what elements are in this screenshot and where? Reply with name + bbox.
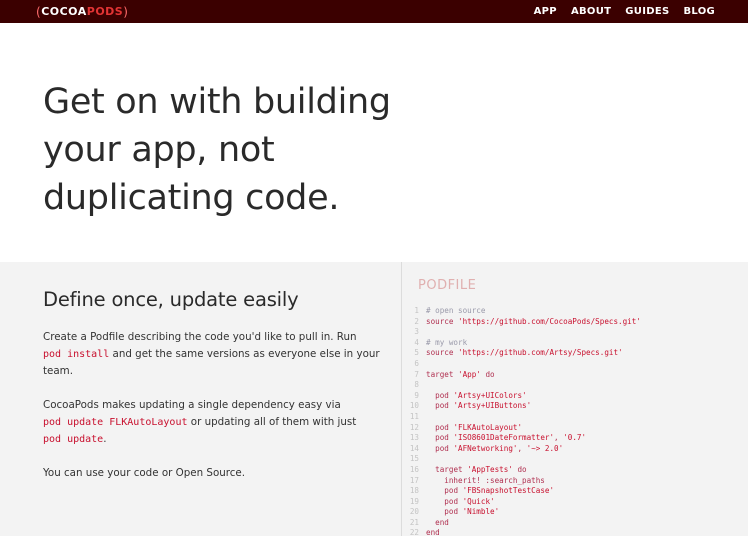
- line-number: 3: [414, 327, 419, 337]
- code-pod-install: pod install: [43, 349, 110, 360]
- code-text: end: [435, 517, 449, 527]
- code-text: pod 'AFNetworking', '~> 2.0': [435, 443, 564, 453]
- feature-text: Define once, update easily Create a Podf…: [43, 262, 383, 482]
- line-number: 18: [409, 486, 419, 496]
- feature-paragraph-2: CocoaPods makes updating a single depend…: [43, 397, 383, 448]
- line-number: 11: [409, 411, 419, 421]
- line-number: 15: [409, 454, 419, 464]
- code-text: source 'https://github.com/Artsy/Specs.g…: [426, 348, 623, 358]
- hero-line-1: Get on with building: [43, 82, 391, 122]
- p2-text-a: CocoaPods makes updating a single depend…: [43, 399, 341, 411]
- nav-link-guides[interactable]: GUIDES: [625, 6, 669, 17]
- code-line: 6: [402, 359, 748, 370]
- code-text: # open source: [426, 306, 486, 315]
- top-nav-bar: ( COCOA PODS ) APP ABOUT GUIDES BLOG: [0, 0, 748, 23]
- logo-pods: PODS: [86, 5, 124, 18]
- line-number: 14: [409, 443, 419, 453]
- podfile-code-block: 1 # open source 2 source 'https://github.co…: [402, 306, 748, 539]
- nav-link-blog[interactable]: BLOG: [683, 6, 715, 17]
- code-text: pod 'FLKAutoLayout': [435, 422, 523, 432]
- code-line: 5 source 'https://github.com/Artsy/Specs.…: [402, 348, 748, 359]
- code-line: 20 pod 'Nimble': [402, 507, 748, 518]
- line-number: 6: [414, 358, 419, 368]
- code-line: 15: [402, 454, 748, 465]
- feature-title: Define once, update easily: [43, 288, 299, 311]
- logo-right-bracket: ): [123, 4, 129, 19]
- logo-cocoa: COCOA: [41, 5, 87, 18]
- code-line: 9 pod 'Artsy+UIColors': [402, 391, 748, 402]
- hero-line-3: duplicating code.: [43, 178, 340, 218]
- line-number: 17: [409, 475, 419, 485]
- podfile-panel: PODFILE 1 # open source 2 source 'https://g…: [402, 262, 748, 539]
- line-number: 21: [409, 517, 419, 527]
- code-line: 22 end: [402, 528, 748, 539]
- code-pod-update-flk: pod update FLKAutoLayout: [43, 417, 188, 428]
- code-text: pod 'FBSnapshotTestCase': [444, 486, 555, 496]
- line-number: 13: [409, 433, 419, 443]
- code-line: 17 inherit! :search_paths: [402, 476, 748, 487]
- podfile-title: PODFILE: [418, 278, 477, 293]
- code-text: pod 'Nimble': [444, 507, 500, 517]
- code-line: 18 pod 'FBSnapshotTestCase': [402, 486, 748, 497]
- code-line: 3: [402, 327, 748, 338]
- hero-line-2: your app, not: [43, 130, 275, 170]
- code-line: 1 # open source: [402, 306, 748, 317]
- code-line: 4 # my work: [402, 338, 748, 349]
- line-number: 20: [409, 507, 419, 517]
- line-number: 8: [414, 380, 419, 390]
- line-number: 16: [409, 464, 419, 474]
- main-nav: APP ABOUT GUIDES BLOG: [534, 6, 715, 17]
- code-line: 19 pod 'Quick': [402, 497, 748, 508]
- code-text: pod 'Artsy+UIColors': [435, 390, 527, 400]
- line-number: 1: [414, 306, 419, 315]
- code-line: 7 target 'App' do: [402, 370, 748, 381]
- code-line: 2 source 'https://github.com/CocoaPods/Sp…: [402, 317, 748, 328]
- code-pod-update: pod update: [43, 434, 104, 445]
- feature-paragraph-1: Create a Podfile describing the code you…: [43, 329, 383, 380]
- feature-paragraph-3: You can use your code or Open Source.: [43, 467, 246, 479]
- p2-text-b: or updating all of them with just: [187, 416, 357, 428]
- line-number: 12: [409, 422, 419, 432]
- p2-text-c: .: [103, 433, 107, 445]
- code-text: pod 'Artsy+UIButtons': [435, 401, 532, 411]
- line-number: 19: [409, 496, 419, 506]
- cocoapods-logo[interactable]: ( COCOA PODS ): [36, 5, 128, 19]
- code-text: pod 'ISO8601DateFormatter', '0.7': [435, 433, 587, 443]
- code-text: target 'App' do: [426, 369, 495, 379]
- line-number: 5: [414, 348, 419, 358]
- code-line: 12 pod 'FLKAutoLayout': [402, 423, 748, 434]
- code-text: end: [426, 528, 440, 538]
- line-number: 10: [409, 401, 419, 411]
- hero-headline: Get on with building your app, not dupli…: [43, 78, 423, 222]
- hero-section: Get on with building your app, not dupli…: [0, 23, 748, 262]
- nav-link-app[interactable]: APP: [534, 6, 557, 17]
- line-number: 2: [414, 316, 419, 326]
- line-number: 4: [414, 337, 419, 347]
- code-text: target 'AppTests' do: [435, 464, 527, 474]
- nav-link-about[interactable]: ABOUT: [571, 6, 611, 17]
- line-number: 22: [409, 528, 419, 538]
- code-text: pod 'Quick': [444, 496, 495, 506]
- code-line: 8: [402, 380, 748, 391]
- code-line: 13 pod 'ISO8601DateFormatter', '0.7': [402, 433, 748, 444]
- feature-section: Define once, update easily Create a Podf…: [0, 262, 748, 539]
- p1-text-a: Create a Podfile describing the code you…: [43, 331, 357, 343]
- code-line: 16 target 'AppTests' do: [402, 465, 748, 476]
- line-number: 7: [414, 369, 419, 379]
- code-line: 11: [402, 412, 748, 423]
- code-text: # my work: [426, 337, 468, 347]
- code-text: source 'https://github.com/CocoaPods/Spe…: [426, 316, 641, 326]
- code-line: 21 end: [402, 518, 748, 529]
- code-text: inherit! :search_paths: [426, 475, 545, 485]
- code-line: 10 pod 'Artsy+UIButtons': [402, 401, 748, 412]
- line-number: 9: [414, 390, 419, 400]
- code-line: 14 pod 'AFNetworking', '~> 2.0': [402, 444, 748, 455]
